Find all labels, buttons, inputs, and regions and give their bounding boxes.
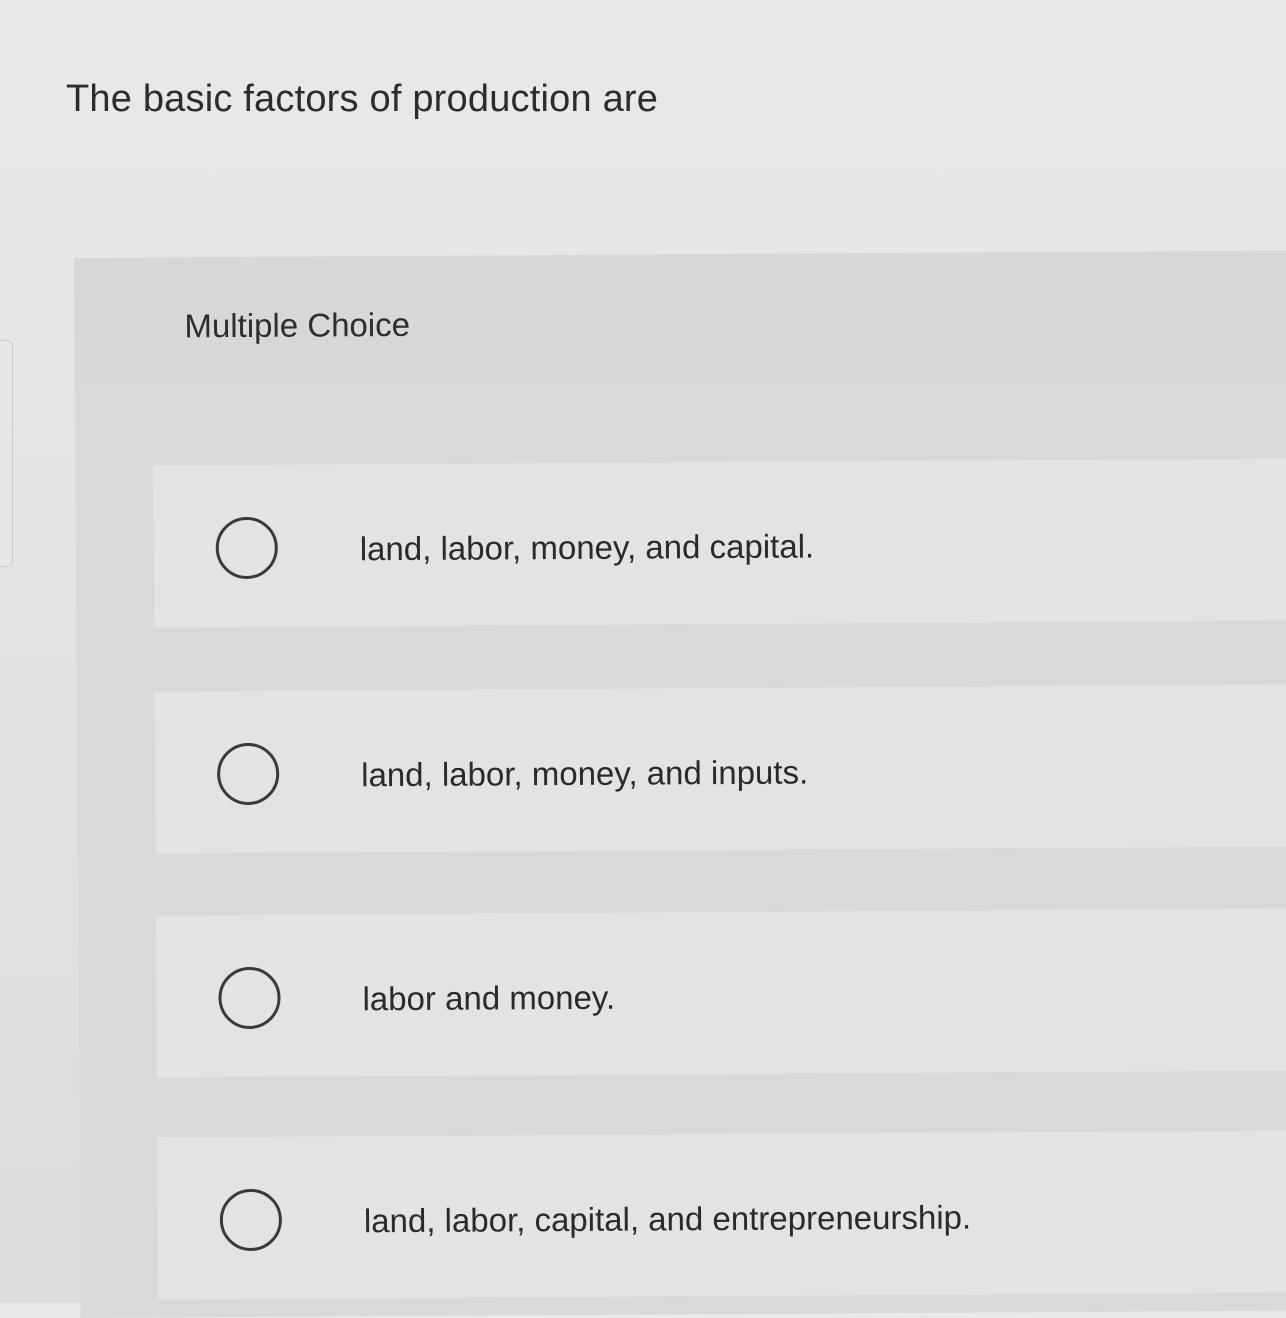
option-2[interactable]: land, labor, money, and inputs. xyxy=(154,684,1286,854)
question-text: The basic factors of production are xyxy=(66,78,659,120)
option-2-text: land, labor, money, and inputs. xyxy=(361,753,809,794)
option-3-text: labor and money. xyxy=(362,978,616,1018)
left-panel-edge xyxy=(0,340,13,567)
option-1-text: land, labor, money, and capital. xyxy=(359,527,815,568)
option-4-text: land, labor, capital, and entrepreneursh… xyxy=(363,1198,972,1240)
option-1[interactable]: land, labor, money, and capital. xyxy=(153,458,1286,628)
radio-button-icon[interactable] xyxy=(218,966,281,1030)
multiple-choice-label: Multiple Choice xyxy=(184,305,411,345)
radio-button-icon[interactable] xyxy=(215,516,278,580)
option-3[interactable]: labor and money. xyxy=(156,908,1286,1078)
multiple-choice-panel: Multiple Choice land, labor, money, and … xyxy=(74,250,1286,1318)
option-4[interactable]: land, labor, capital, and entrepreneursh… xyxy=(157,1130,1286,1300)
radio-button-icon[interactable] xyxy=(216,742,280,806)
radio-button-icon[interactable] xyxy=(219,1188,283,1252)
multiple-choice-header: Multiple Choice xyxy=(74,250,1286,386)
